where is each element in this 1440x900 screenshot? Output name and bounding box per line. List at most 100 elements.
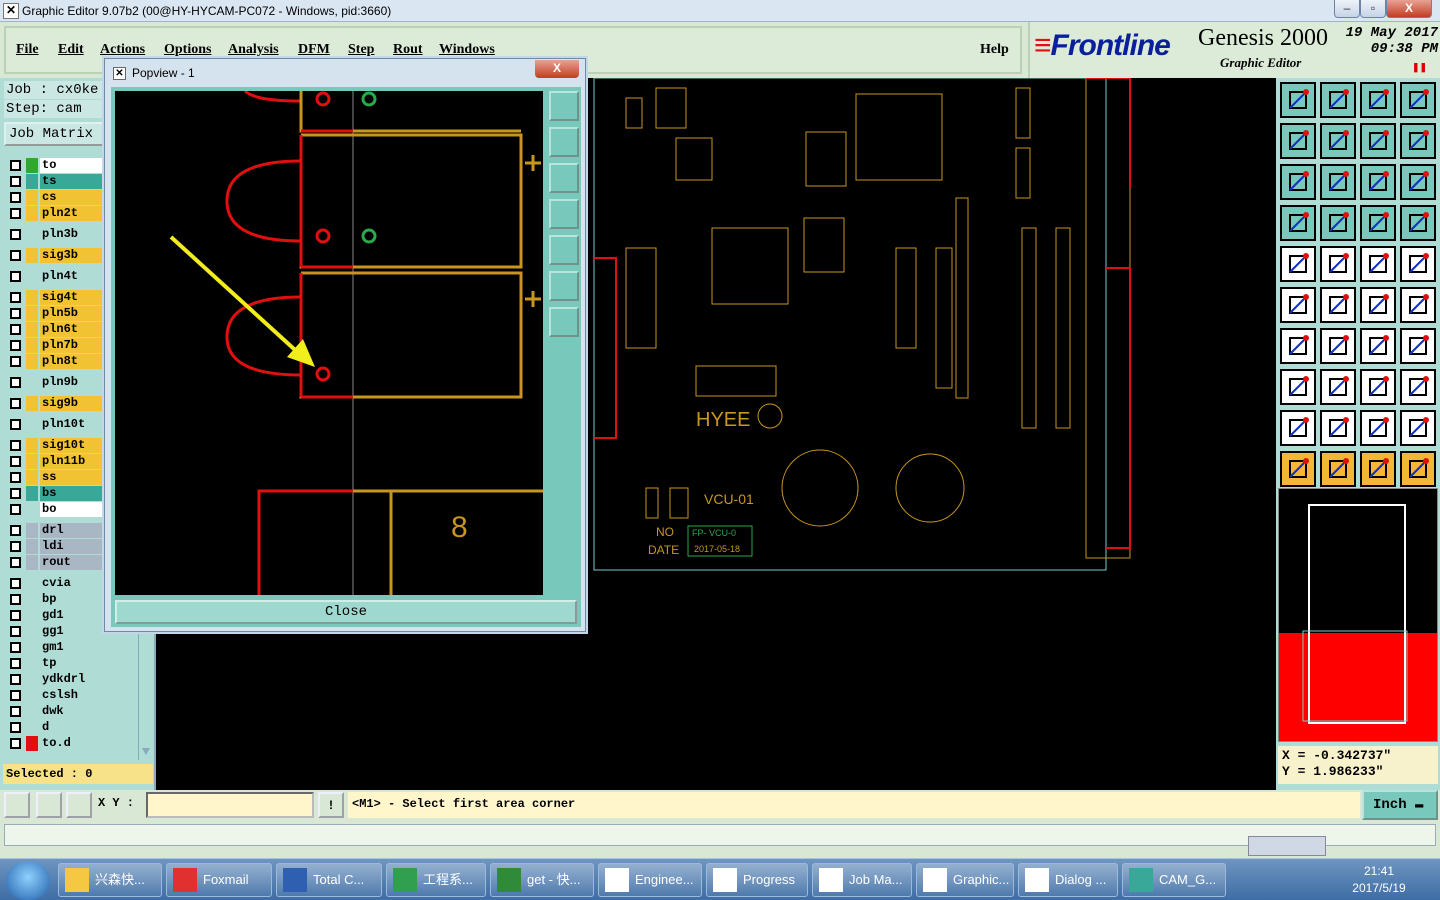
house-icon[interactable] bbox=[1360, 82, 1396, 118]
swap-icon[interactable] bbox=[1360, 123, 1396, 159]
layer-checkbox[interactable] bbox=[10, 308, 21, 319]
popview-center-button[interactable] bbox=[549, 307, 579, 337]
pointer-box-icon[interactable] bbox=[1320, 451, 1356, 487]
tri-c-icon[interactable] bbox=[1360, 410, 1396, 446]
layer-color-swatch[interactable] bbox=[26, 704, 38, 719]
layer-color-swatch[interactable] bbox=[26, 375, 38, 390]
layer-row-dwk[interactable]: dwk bbox=[6, 704, 138, 719]
layer-color-swatch[interactable] bbox=[26, 486, 38, 501]
xy-input[interactable] bbox=[146, 792, 314, 818]
minimap[interactable] bbox=[1278, 488, 1438, 742]
popview-pan-down-button[interactable] bbox=[549, 163, 579, 193]
half-icon[interactable] bbox=[1360, 164, 1396, 200]
diag-icon[interactable] bbox=[1320, 328, 1356, 364]
layer-checkbox[interactable] bbox=[10, 557, 21, 568]
layer-checkbox[interactable] bbox=[10, 658, 21, 669]
rotate-icon[interactable] bbox=[1360, 328, 1396, 364]
layer-checkbox[interactable] bbox=[10, 578, 21, 589]
measure-icon[interactable] bbox=[1360, 369, 1396, 405]
select-pad-icon[interactable] bbox=[1280, 246, 1316, 282]
menu-windows[interactable]: Windows bbox=[439, 42, 495, 58]
layer-color-swatch[interactable] bbox=[26, 438, 38, 453]
line-icon[interactable] bbox=[1320, 246, 1356, 282]
layer-color-swatch[interactable] bbox=[26, 736, 38, 751]
popview-zoom-fit-button[interactable] bbox=[549, 271, 579, 301]
layer-checkbox[interactable] bbox=[10, 176, 21, 187]
layer-row-ydkdrl[interactable]: ydkdrl bbox=[6, 672, 138, 687]
layer-checkbox[interactable] bbox=[10, 440, 21, 451]
layer-color-swatch[interactable] bbox=[26, 672, 38, 687]
layer-checkbox[interactable] bbox=[10, 160, 21, 171]
layer-checkbox[interactable] bbox=[10, 324, 21, 335]
tri-b-icon[interactable] bbox=[1320, 410, 1356, 446]
layer-checkbox[interactable] bbox=[10, 229, 21, 240]
taskbar-item[interactable]: Progress bbox=[706, 863, 808, 897]
layer-color-swatch[interactable] bbox=[26, 174, 38, 189]
pointer-icon[interactable] bbox=[1280, 451, 1316, 487]
menu-rout[interactable]: Rout bbox=[393, 42, 423, 58]
taskbar-item[interactable]: Graphic... bbox=[916, 863, 1014, 897]
layer-color-swatch[interactable] bbox=[26, 720, 38, 735]
layer-row-tp[interactable]: tp bbox=[6, 656, 138, 671]
popview-close-button[interactable]: Close bbox=[115, 600, 577, 624]
layer-checkbox[interactable] bbox=[10, 377, 21, 388]
layer-checkbox[interactable] bbox=[10, 456, 21, 467]
layer-color-swatch[interactable] bbox=[26, 354, 38, 369]
execute-button[interactable]: ! bbox=[318, 792, 344, 818]
fit-icon[interactable] bbox=[1280, 164, 1316, 200]
taskbar-item[interactable]: 工程系... bbox=[386, 863, 486, 897]
layer-checkbox[interactable] bbox=[10, 504, 21, 515]
ruler-icon[interactable] bbox=[1360, 246, 1396, 282]
layers-red-icon[interactable] bbox=[1400, 205, 1436, 241]
measure-icon[interactable] bbox=[36, 792, 62, 818]
layer-row-d[interactable]: d bbox=[6, 720, 138, 735]
taskbar-item[interactable]: 兴森快... bbox=[58, 863, 162, 897]
layer-row-cslsh[interactable]: cslsh bbox=[6, 688, 138, 703]
layer-checkbox[interactable] bbox=[10, 642, 21, 653]
layer-color-swatch[interactable] bbox=[26, 454, 38, 469]
layer-row-gm1[interactable]: gm1 bbox=[6, 640, 138, 655]
window-icon[interactable] bbox=[1400, 82, 1436, 118]
layer-checkbox[interactable] bbox=[10, 271, 21, 282]
layer-color-swatch[interactable] bbox=[26, 470, 38, 485]
tool-icon[interactable] bbox=[1280, 205, 1316, 241]
node-red-icon[interactable] bbox=[1400, 287, 1436, 323]
taskbar-item[interactable]: Foxmail bbox=[166, 863, 272, 897]
zoom-home-icon[interactable] bbox=[1280, 82, 1316, 118]
move-icon[interactable] bbox=[1280, 369, 1316, 405]
route-icon[interactable] bbox=[1400, 451, 1436, 487]
tri-d-icon[interactable] bbox=[1400, 410, 1436, 446]
layer-color-swatch[interactable] bbox=[26, 248, 38, 263]
layer-checkbox[interactable] bbox=[10, 690, 21, 701]
layer-checkbox[interactable] bbox=[10, 250, 21, 261]
clock[interactable]: 21:41 2017/5/19 bbox=[1348, 863, 1410, 897]
popview-close-x-button[interactable]: X bbox=[535, 60, 579, 78]
taskbar-item[interactable]: get - 快... bbox=[490, 863, 594, 897]
layer-checkbox[interactable] bbox=[10, 594, 21, 605]
layer-color-swatch[interactable] bbox=[26, 640, 38, 655]
layer-color-swatch[interactable] bbox=[26, 158, 38, 173]
layer-color-swatch[interactable] bbox=[26, 523, 38, 538]
taskbar-item[interactable]: CAM_G... bbox=[1122, 863, 1226, 897]
layer-color-swatch[interactable] bbox=[26, 624, 38, 639]
layer-checkbox[interactable] bbox=[10, 706, 21, 717]
layer-checkbox[interactable] bbox=[10, 674, 21, 685]
snap-icon[interactable] bbox=[4, 792, 30, 818]
dot-icon[interactable] bbox=[1400, 246, 1436, 282]
flip-icon[interactable] bbox=[1400, 328, 1436, 364]
tri-a-icon[interactable] bbox=[1280, 410, 1316, 446]
popview-canvas[interactable]: 8 bbox=[115, 91, 543, 595]
layer-color-swatch[interactable] bbox=[26, 190, 38, 205]
layer-name[interactable]: gm1 bbox=[40, 640, 124, 655]
layer-color-swatch[interactable] bbox=[26, 539, 38, 554]
layer-color-swatch[interactable] bbox=[26, 306, 38, 321]
layer-checkbox[interactable] bbox=[10, 610, 21, 621]
layer-color-swatch[interactable] bbox=[26, 608, 38, 623]
layer-checkbox[interactable] bbox=[10, 419, 21, 430]
menu-dfm[interactable]: DFM bbox=[298, 42, 330, 58]
layer-color-swatch[interactable] bbox=[26, 269, 38, 284]
minimize-button[interactable]: – bbox=[1334, 0, 1360, 18]
connect-icon[interactable] bbox=[1280, 287, 1316, 323]
layer-color-swatch[interactable] bbox=[26, 227, 38, 242]
layer-checkbox[interactable] bbox=[10, 208, 21, 219]
